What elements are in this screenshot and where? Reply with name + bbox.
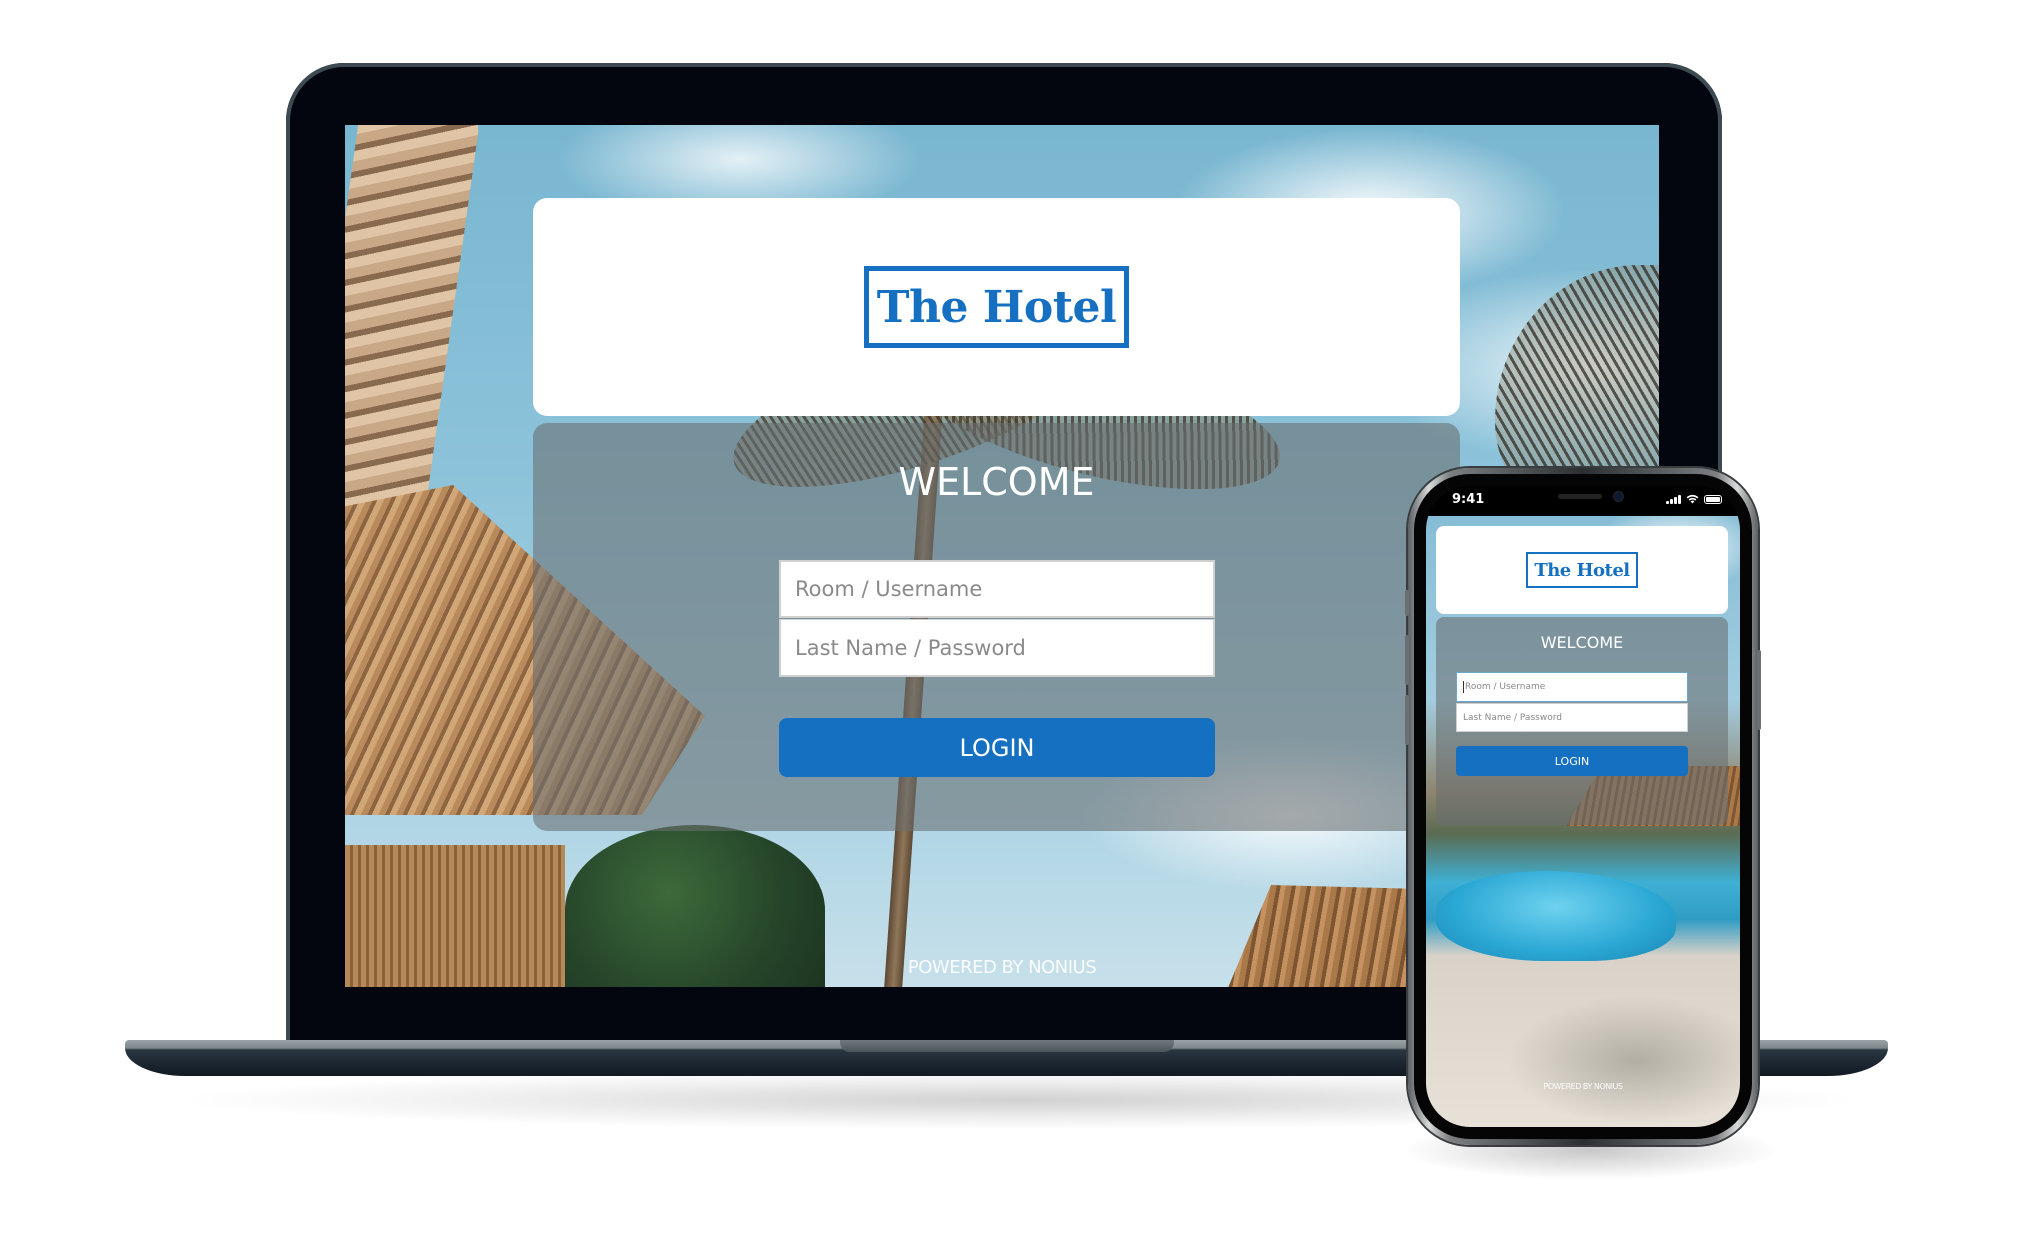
login-button[interactable]: LOGIN	[1456, 746, 1688, 776]
battery-level	[1706, 497, 1720, 502]
signal-bar	[1678, 495, 1681, 504]
password-placeholder: Last Name / Password	[1463, 712, 1562, 723]
status-icons	[1666, 494, 1722, 504]
wifi-icon	[1686, 494, 1699, 504]
signal-bar	[1666, 501, 1669, 504]
welcome-heading: WELCOME	[898, 460, 1095, 504]
phone-side-button	[1757, 650, 1761, 730]
signal-bar	[1670, 499, 1673, 504]
hotel-logo: The Hotel	[864, 266, 1129, 348]
username-input[interactable]: Room / Username	[779, 560, 1215, 618]
login-button[interactable]: LOGIN	[779, 718, 1215, 777]
welcome-heading: WELCOME	[1540, 633, 1624, 652]
speaker-grille	[1558, 494, 1602, 499]
logo-card: The Hotel	[1436, 526, 1728, 614]
hotel-logo: The Hotel	[1526, 552, 1638, 588]
hotel-logo-text: The Hotel	[876, 281, 1117, 333]
pool-decoration	[1436, 871, 1676, 961]
username-placeholder: Room / Username	[1465, 682, 1546, 692]
powered-by-footer: POWERED BY NONIUS	[1543, 1082, 1623, 1091]
status-time: 9:41	[1452, 492, 1485, 507]
phone-volume-down-button	[1405, 695, 1409, 745]
text-cursor	[1463, 681, 1464, 693]
hotel-logo-text: The Hotel	[1534, 559, 1630, 581]
phone-volume-up-button	[1405, 635, 1409, 685]
username-placeholder: Room / Username	[795, 577, 983, 601]
logo-card: The Hotel	[533, 198, 1460, 416]
phone-screen: 9:41 The Hotel WELCOME Room / Username L…	[1426, 486, 1740, 1127]
front-camera	[1614, 492, 1623, 501]
phone-notch	[1492, 486, 1668, 512]
username-input[interactable]: Room / Username	[1456, 672, 1688, 702]
laptop-hinge-notch	[840, 1040, 1174, 1052]
battery-icon	[1704, 495, 1722, 504]
phone-mute-switch	[1405, 590, 1409, 616]
palm-shadow-decoration	[1506, 996, 1740, 1126]
password-input[interactable]: Last Name / Password	[779, 619, 1215, 677]
cellular-signal-icon	[1666, 495, 1681, 504]
signal-bar	[1674, 497, 1677, 504]
password-input[interactable]: Last Name / Password	[1456, 703, 1688, 732]
password-placeholder: Last Name / Password	[795, 635, 1026, 660]
